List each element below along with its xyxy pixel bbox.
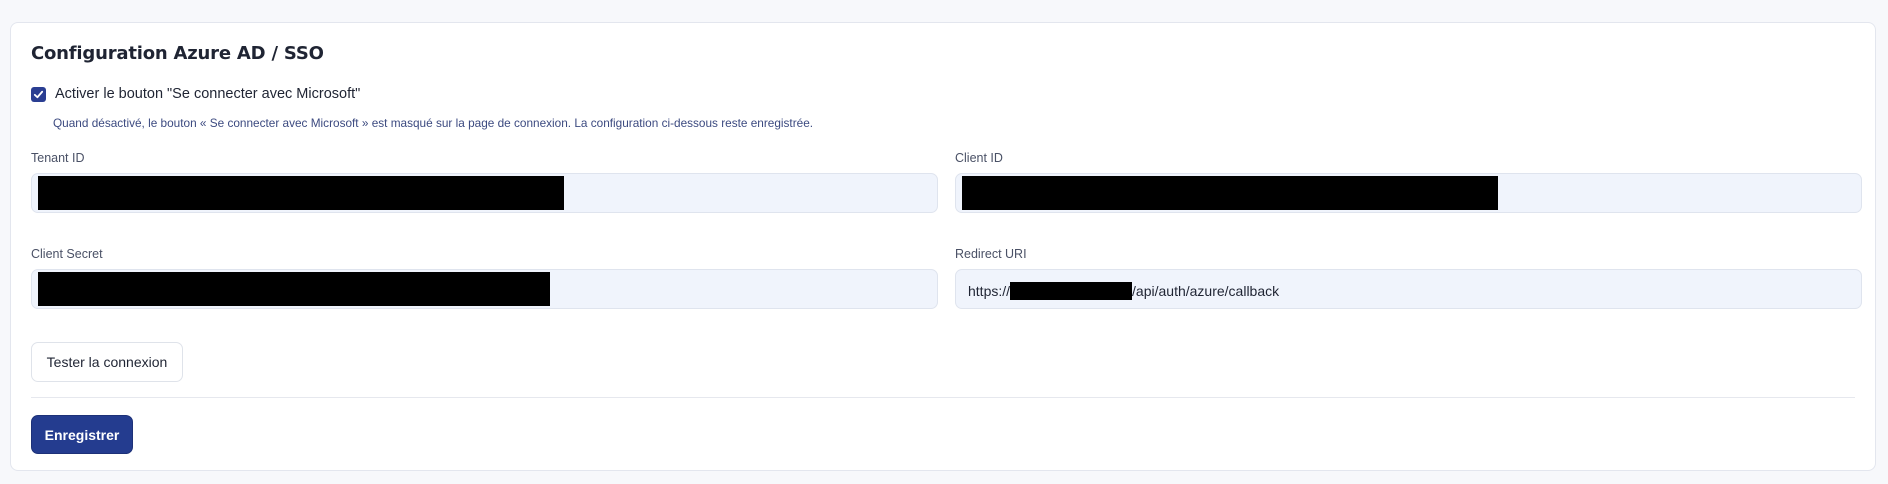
- client-id-input[interactable]: [955, 173, 1862, 213]
- redirect-uri-prefix: https://: [968, 283, 1011, 299]
- test-connection-button[interactable]: Tester la connexion: [31, 342, 183, 382]
- tenant-id-input[interactable]: [31, 173, 938, 213]
- enable-microsoft-login-checkbox[interactable]: [31, 86, 46, 102]
- save-button[interactable]: Enregistrer: [31, 415, 133, 454]
- check-icon: [33, 90, 44, 98]
- azure-sso-config-card: Configuration Azure AD / SSO Activer le …: [10, 22, 1876, 471]
- client-secret-redacted-value: [38, 272, 550, 306]
- tenant-id-redacted-value: [38, 176, 564, 210]
- enable-microsoft-login-hint: Quand désactivé, le bouton « Se connecte…: [53, 116, 814, 130]
- client-id-label: Client ID: [955, 151, 1003, 165]
- redirect-uri-input[interactable]: https:// /api/auth/azure/callback: [955, 269, 1862, 309]
- redirect-uri-value: https:// /api/auth/azure/callback: [968, 282, 1279, 300]
- client-secret-input[interactable]: [31, 269, 938, 309]
- enable-microsoft-login-toggle[interactable]: Activer le bouton "Se connecter avec Mic…: [31, 86, 360, 102]
- enable-microsoft-login-label: Activer le bouton "Se connecter avec Mic…: [55, 86, 361, 102]
- client-secret-label: Client Secret: [31, 247, 103, 261]
- tenant-id-label: Tenant ID: [31, 151, 85, 165]
- client-id-redacted-value: [962, 176, 1498, 210]
- redirect-uri-label: Redirect URI: [955, 247, 1027, 261]
- section-title: Configuration Azure AD / SSO: [31, 43, 324, 64]
- redirect-uri-redacted-host: [1010, 282, 1133, 300]
- redirect-uri-suffix: /api/auth/azure/callback: [1132, 283, 1280, 299]
- divider: [31, 397, 1855, 398]
